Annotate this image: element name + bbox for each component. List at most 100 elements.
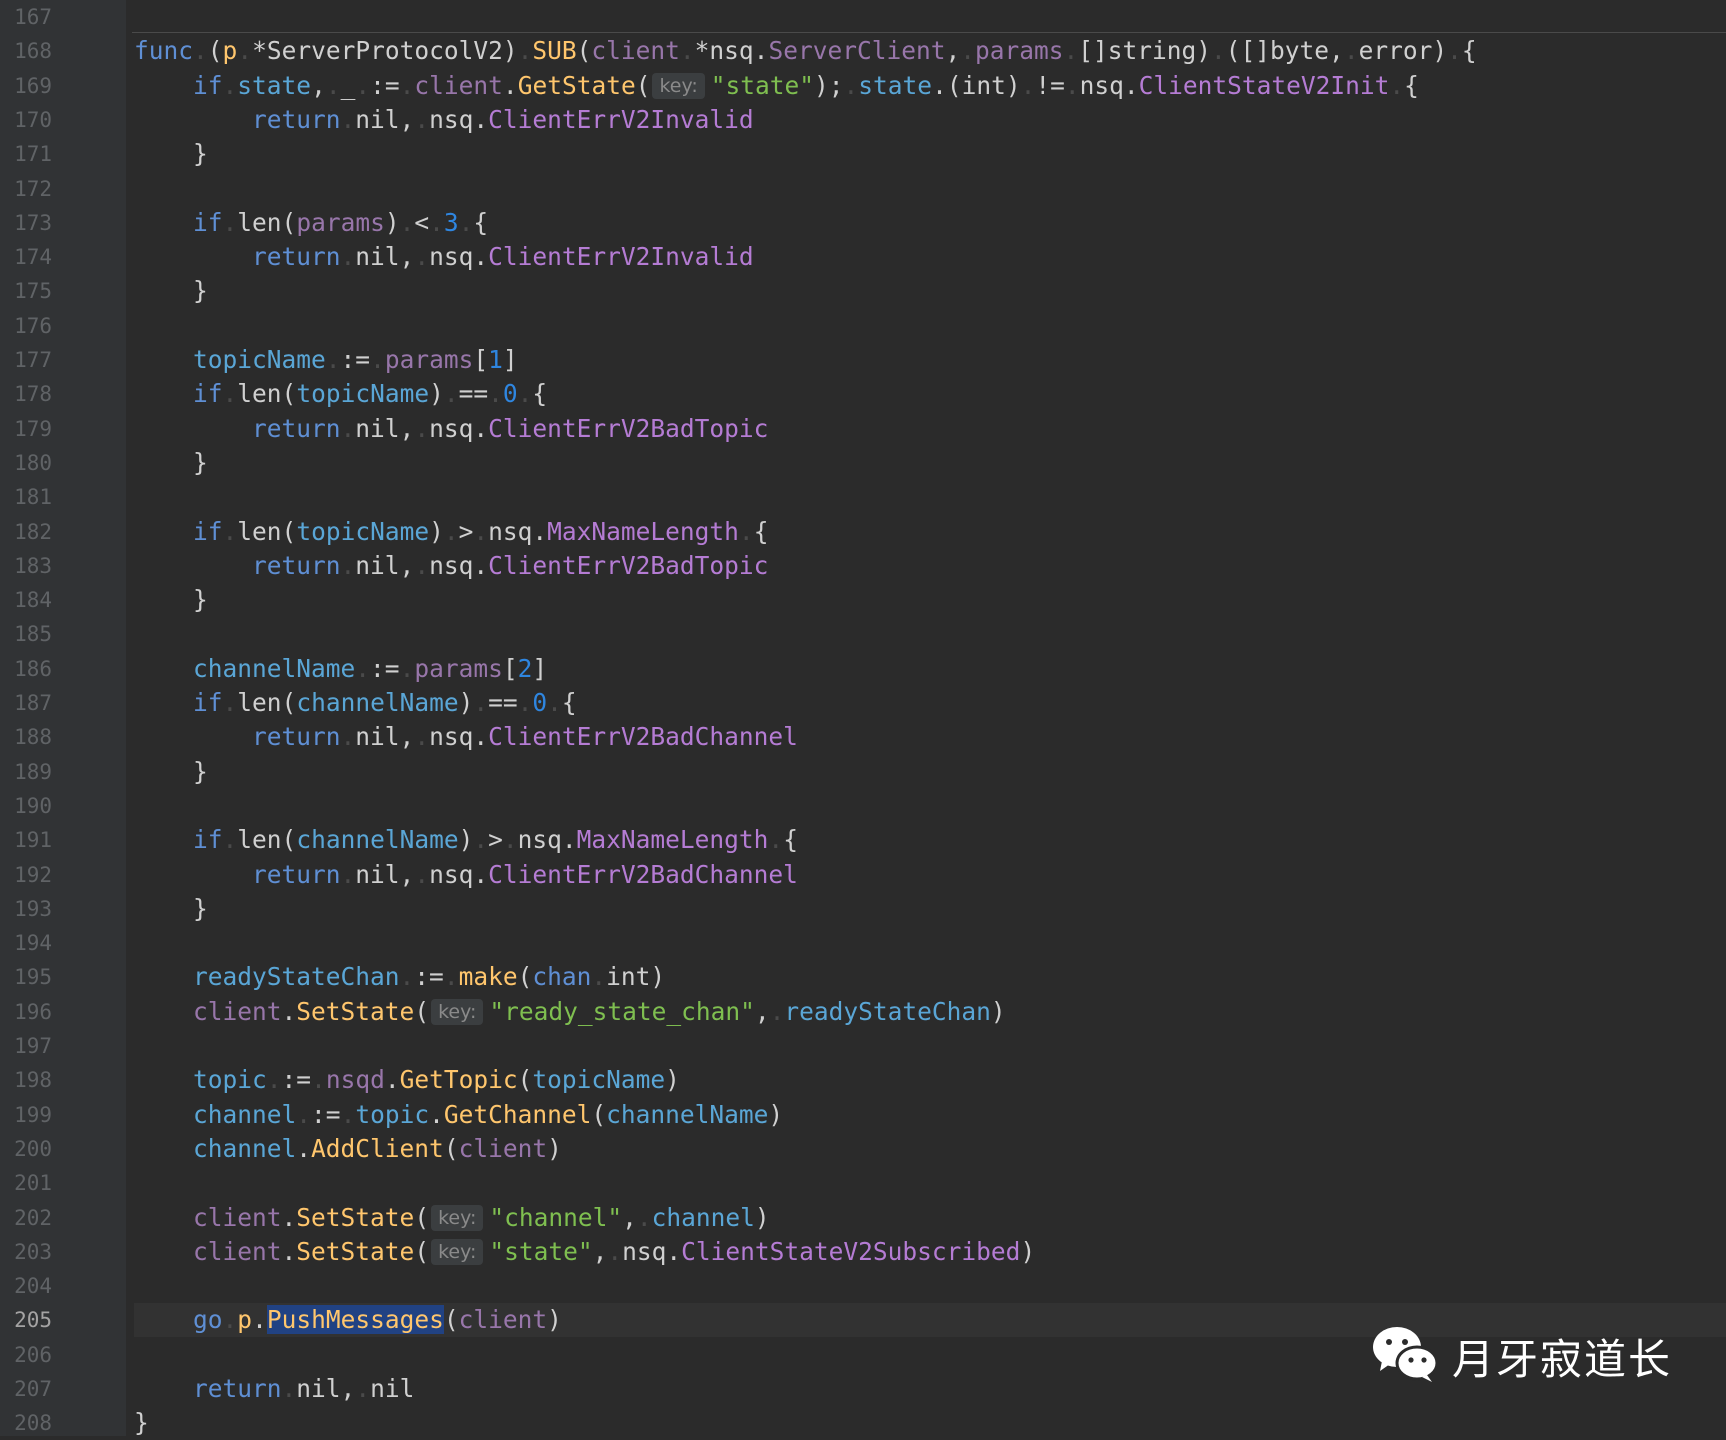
line-number[interactable]: 198 (0, 1063, 52, 1097)
line-number[interactable]: 191 (0, 823, 52, 857)
line-number[interactable]: 197 (0, 1029, 52, 1063)
code-line[interactable]: 170 return.nil,.nsq.ClientErrV2Invalid (0, 103, 1726, 137)
code-text[interactable]: return.nil,.nsq.ClientErrV2Invalid (134, 103, 1726, 137)
code-line[interactable]: 179 return.nil,.nsq.ClientErrV2BadTopic (0, 412, 1726, 446)
code-line[interactable]: 204 (0, 1269, 1726, 1303)
code-line[interactable]: 173 if.len(params).<.3.{ (0, 206, 1726, 240)
line-number[interactable]: 168 (0, 34, 52, 68)
line-number[interactable]: 204 (0, 1269, 52, 1303)
code-line[interactable]: 192 return.nil,.nsq.ClientErrV2BadChanne… (0, 858, 1726, 892)
code-line[interactable]: 182 if.len(topicName).>.nsq.MaxNameLengt… (0, 515, 1726, 549)
code-line[interactable]: 169 if.state,._.:=.client.GetState(key: "… (0, 69, 1726, 103)
code-line[interactable]: 194 (0, 926, 1726, 960)
code-text[interactable]: topic.:=.nsqd.GetTopic(topicName) (134, 1063, 1726, 1097)
line-number[interactable]: 177 (0, 343, 52, 377)
line-number[interactable]: 169 (0, 69, 52, 103)
line-number[interactable]: 176 (0, 309, 52, 343)
code-text[interactable] (134, 480, 1726, 514)
code-text[interactable] (134, 0, 1726, 34)
code-line[interactable]: 176 (0, 309, 1726, 343)
code-line[interactable]: 201 (0, 1166, 1726, 1200)
code-text[interactable]: if.len(topicName).>.nsq.MaxNameLength.{ (134, 515, 1726, 549)
line-number[interactable]: 207 (0, 1372, 52, 1406)
code-text[interactable] (134, 1269, 1726, 1303)
line-number[interactable]: 208 (0, 1406, 52, 1440)
line-number[interactable]: 203 (0, 1235, 52, 1269)
code-text[interactable]: if.len(topicName).==.0.{ (134, 377, 1726, 411)
code-line[interactable]: 196 client.SetState(key: "ready_state_cha… (0, 995, 1726, 1029)
line-number[interactable]: 175 (0, 274, 52, 308)
code-text[interactable]: readyStateChan.:=.make(chan.int) (134, 960, 1726, 994)
code-text[interactable]: return.nil,.nsq.ClientErrV2BadChannel (134, 720, 1726, 754)
code-line[interactable]: 174 return.nil,.nsq.ClientErrV2Invalid (0, 240, 1726, 274)
code-text[interactable]: client.SetState(key: "channel",.channel) (134, 1201, 1726, 1235)
code-text[interactable]: if.len(channelName).>.nsq.MaxNameLength.… (134, 823, 1726, 857)
code-text[interactable] (134, 789, 1726, 823)
code-text[interactable]: } (134, 755, 1726, 789)
code-line[interactable]: 184 } (0, 583, 1726, 617)
line-number[interactable]: 173 (0, 206, 52, 240)
line-number[interactable]: 194 (0, 926, 52, 960)
code-line[interactable]: 181 (0, 480, 1726, 514)
line-number[interactable]: 179 (0, 412, 52, 446)
line-number[interactable]: 180 (0, 446, 52, 480)
code-text[interactable]: } (134, 583, 1726, 617)
code-line[interactable]: 191 if.len(channelName).>.nsq.MaxNameLen… (0, 823, 1726, 857)
code-text[interactable] (134, 1029, 1726, 1063)
line-number[interactable]: 199 (0, 1098, 52, 1132)
code-line[interactable]: 185 (0, 617, 1726, 651)
code-text[interactable]: } (134, 446, 1726, 480)
code-text[interactable]: } (134, 892, 1726, 926)
code-text[interactable] (134, 1166, 1726, 1200)
line-number[interactable]: 185 (0, 617, 52, 651)
code-text[interactable]: } (134, 1406, 1726, 1440)
code-text[interactable]: topicName.:=.params[1] (134, 343, 1726, 377)
line-number[interactable]: 192 (0, 858, 52, 892)
code-text[interactable] (134, 617, 1726, 651)
line-number[interactable]: 174 (0, 240, 52, 274)
code-text[interactable]: func.(p.*ServerProtocolV2).SUB(client.*n… (134, 34, 1726, 68)
code-line[interactable]: 180 } (0, 446, 1726, 480)
code-line[interactable]: 188 return.nil,.nsq.ClientErrV2BadChanne… (0, 720, 1726, 754)
code-line[interactable]: 199 channel.:=.topic.GetChannel(channelN… (0, 1098, 1726, 1132)
code-text[interactable]: channel.:=.topic.GetChannel(channelName) (134, 1098, 1726, 1132)
code-text[interactable]: return.nil,.nsq.ClientErrV2BadTopic (134, 412, 1726, 446)
code-text[interactable]: client.SetState(key: "state",.nsq.ClientS… (134, 1235, 1726, 1269)
line-number[interactable]: 195 (0, 960, 52, 994)
code-text[interactable]: channel.AddClient(client) (134, 1132, 1726, 1166)
code-text[interactable]: if.len(params).<.3.{ (134, 206, 1726, 240)
code-line[interactable]: 200 channel.AddClient(client) (0, 1132, 1726, 1166)
code-line[interactable]: 208} (0, 1406, 1726, 1440)
code-line[interactable]: 202 client.SetState(key: "channel",.chann… (0, 1201, 1726, 1235)
code-editor[interactable]: 167 168 func.(p.*ServerProtocolV2).SUB(cli… (0, 0, 1726, 1437)
code-line[interactable]: 183 return.nil,.nsq.ClientErrV2BadTopic (0, 549, 1726, 583)
code-line[interactable]: 172 (0, 172, 1726, 206)
code-line[interactable]: 177 topicName.:=.params[1] (0, 343, 1726, 377)
code-text[interactable]: return.nil,.nsq.ClientErrV2BadChannel (134, 858, 1726, 892)
code-text[interactable] (134, 309, 1726, 343)
code-line[interactable]: 198 topic.:=.nsqd.GetTopic(topicName) (0, 1063, 1726, 1097)
line-number[interactable]: 206 (0, 1338, 52, 1372)
code-text[interactable]: if.state,._.:=.client.GetState(key: "stat… (134, 69, 1726, 103)
code-line[interactable]: 171 } (0, 137, 1726, 171)
code-line[interactable]: 187 if.len(channelName).==.0.{ (0, 686, 1726, 720)
line-number[interactable]: 196 (0, 995, 52, 1029)
code-text[interactable]: if.len(channelName).==.0.{ (134, 686, 1726, 720)
code-text[interactable] (134, 926, 1726, 960)
code-text[interactable]: channelName.:=.params[2] (134, 652, 1726, 686)
line-number[interactable]: 178 (0, 377, 52, 411)
code-line[interactable]: 203 client.SetState(key: "state",.nsq.Cli… (0, 1235, 1726, 1269)
line-number[interactable]: 183 (0, 549, 52, 583)
code-line[interactable]: 197 (0, 1029, 1726, 1063)
code-text[interactable]: } (134, 274, 1726, 308)
line-number[interactable]: 182 (0, 515, 52, 549)
line-number[interactable]: 202 (0, 1201, 52, 1235)
code-line[interactable]: 189 } (0, 755, 1726, 789)
line-number[interactable]: 188 (0, 720, 52, 754)
line-number[interactable]: 167 (0, 0, 52, 34)
line-number[interactable]: 181 (0, 480, 52, 514)
code-line[interactable]: 186 channelName.:=.params[2] (0, 652, 1726, 686)
code-line[interactable]: 195 readyStateChan.:=.make(chan.int) (0, 960, 1726, 994)
code-line[interactable]: 168 func.(p.*ServerProtocolV2).SUB(client… (0, 34, 1726, 68)
code-line[interactable]: 167 (0, 0, 1726, 34)
